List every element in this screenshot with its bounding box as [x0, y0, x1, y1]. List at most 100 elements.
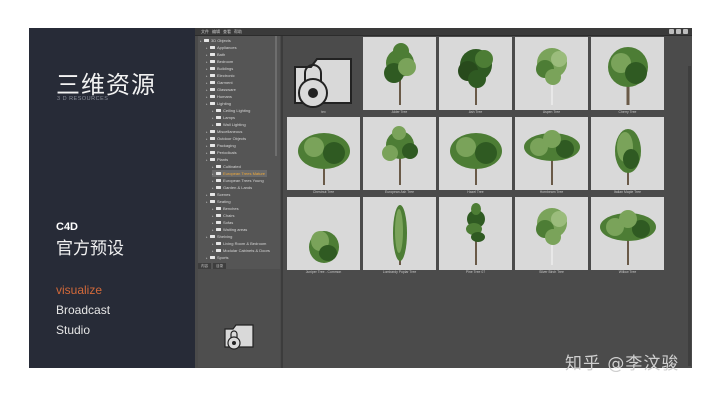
tree-item[interactable]: ▸ Sports — [206, 254, 229, 261]
tile-label: Hornbeam Tree — [539, 190, 564, 194]
tree-asset-tile[interactable] — [287, 197, 360, 270]
tile-label: Chestnut Tree — [312, 190, 335, 194]
tree-asset-tile[interactable] — [591, 117, 664, 190]
tile-label: Cherry Tree — [618, 110, 637, 114]
tree-asset-tile[interactable] — [515, 117, 588, 190]
maximize-icon[interactable] — [676, 29, 681, 34]
tree-item-label: Buildings — [217, 66, 234, 71]
tree-item-label: Wall Lighting — [223, 122, 246, 127]
tree-asset-tile[interactable] — [439, 117, 512, 190]
tree-item[interactable]: ▸ Living Room & Bedroom — [212, 240, 266, 247]
tree-asset-tile[interactable] — [515, 197, 588, 270]
tree-asset-tile[interactable] — [439, 197, 512, 270]
close-icon[interactable] — [683, 29, 688, 34]
folder-icon — [210, 60, 215, 64]
tree-asset-tile[interactable] — [363, 117, 436, 190]
tree-item[interactable]: ▸ Chairs — [212, 212, 235, 219]
tile-label: Willow Tree — [618, 270, 637, 274]
tree-item[interactable]: ▸ Sofas — [212, 219, 233, 226]
tree-item[interactable]: ▸ Modular Cabinets & Doors — [212, 247, 270, 254]
tree-item[interactable]: ▸ Appliances — [206, 44, 237, 51]
tree-item[interactable]: ▸ Lighting — [206, 100, 231, 107]
tile-label: Alder Tree — [391, 110, 408, 114]
minimize-icon[interactable] — [669, 29, 674, 34]
folder-icon — [204, 39, 209, 43]
folder-icon — [210, 193, 215, 197]
folder-icon — [210, 46, 215, 50]
tree-item[interactable]: ▸ Plants — [206, 156, 228, 163]
tree-asset-tile[interactable] — [287, 117, 360, 190]
folder-icon — [216, 249, 221, 253]
tree-item[interactable]: ▸ Periodicals — [206, 149, 237, 156]
tree-item[interactable]: ▸ Cultivated — [212, 163, 241, 170]
tree-item[interactable]: ▸ Garment — [206, 79, 233, 86]
folder-icon — [210, 130, 215, 134]
tree-item[interactable]: ▸ Bath — [206, 51, 225, 58]
tree-scrollbar[interactable] — [275, 36, 277, 156]
tree-item[interactable]: ▸ Lamps — [212, 114, 235, 121]
folder-icon — [210, 137, 215, 141]
folder-icon — [216, 179, 221, 183]
folder-icon — [210, 235, 215, 239]
folder-icon — [216, 228, 221, 232]
tree-item-label: Scenes — [217, 192, 231, 197]
tree-item[interactable]: ▸ Packaging — [206, 142, 236, 149]
tree-item[interactable]: ▸ Scenes — [206, 191, 230, 198]
nav-item-visualize[interactable]: visualize — [56, 283, 102, 297]
folder-tree[interactable]: ▸ 3D Objects ▸ Appliances ▸ Bath ▸ Bedroom ▸ Buil… — [198, 36, 280, 269]
tree-item[interactable]: ▸ Miscellaneous — [206, 128, 242, 135]
tree-item[interactable]: ▸ Glassware — [206, 86, 236, 93]
tree-item[interactable]: ▸ Bedroom — [206, 58, 233, 65]
folder-icon — [210, 95, 215, 99]
tree-thumbnail-icon — [309, 231, 339, 263]
tree-asset-tile[interactable] — [363, 37, 436, 110]
tree-item[interactable]: ▸ Ceiling Lighting — [212, 107, 250, 114]
tree-item[interactable]: ▸ Garden & Lands — [212, 184, 252, 191]
tree-asset-tile[interactable] — [591, 37, 664, 110]
menu-item-file[interactable]: 文件 — [201, 28, 209, 35]
folder-icon — [216, 214, 221, 218]
tree-item[interactable]: ▸ Humans — [206, 93, 232, 100]
tree-item[interactable]: ▸ Benches — [212, 205, 239, 212]
tree-item[interactable]: ▸ Outdoor Objects — [206, 135, 246, 142]
tile-label: Silver Birch Tree — [539, 270, 564, 274]
folder-icon — [210, 144, 215, 148]
folder-icon — [216, 242, 221, 246]
tree-item-label: Modular Cabinets & Doors — [223, 248, 270, 253]
section-label: C4D — [56, 221, 79, 233]
tree-item[interactable]: ▸ Electronic — [206, 72, 235, 79]
folder-icon — [210, 74, 215, 78]
tree-item[interactable]: ▸ Seating — [206, 198, 231, 205]
folder-icon — [210, 200, 215, 204]
tree-item[interactable]: ▸ Shelving — [206, 233, 232, 240]
locked-folder-icon — [294, 58, 352, 108]
tree-item[interactable]: ▸ Wall Lighting — [212, 121, 246, 128]
title-bar: 文件 编辑 查看 帮助 — [195, 28, 692, 36]
tile-label: Lombardy Poplar Tree — [382, 270, 417, 274]
folder-icon — [216, 207, 221, 211]
tree-asset-tile[interactable] — [439, 37, 512, 110]
tree-item[interactable]: ▸ Buildings — [206, 65, 233, 72]
tree-item[interactable]: ▸ European Trees Mature — [212, 170, 268, 177]
tree-item[interactable]: ▸ Waiting areas — [212, 226, 247, 233]
grid-scrollbar[interactable] — [688, 66, 691, 366]
tree-asset-tile[interactable] — [363, 197, 436, 270]
menu-item-help[interactable]: 帮助 — [234, 28, 242, 35]
tree-asset-tile[interactable] — [515, 37, 588, 110]
folder-icon — [216, 123, 221, 127]
tile-label: Hazel Tree — [467, 190, 484, 194]
nav-item-studio[interactable]: Studio — [56, 323, 90, 337]
tree-item-label: Ceiling Lighting — [223, 108, 251, 113]
folder-icon — [216, 172, 221, 176]
nav-item-broadcast[interactable]: Broadcast — [56, 303, 110, 317]
tree-item-label: Packaging — [217, 143, 236, 148]
tree-item-label: Cultivated — [223, 164, 241, 169]
menu-item-edit[interactable]: 编辑 — [212, 28, 220, 35]
page-subtitle: 3 D RESOURCES — [57, 96, 109, 102]
menu-item-view[interactable]: 查看 — [223, 28, 231, 35]
tree-item[interactable]: ▸ 3D Objects — [200, 37, 231, 44]
locked-folder-tile[interactable] — [287, 37, 360, 110]
folder-icon — [216, 186, 221, 190]
tree-asset-tile[interactable] — [591, 197, 664, 270]
tree-item[interactable]: ▸ European Trees Young — [212, 177, 264, 184]
